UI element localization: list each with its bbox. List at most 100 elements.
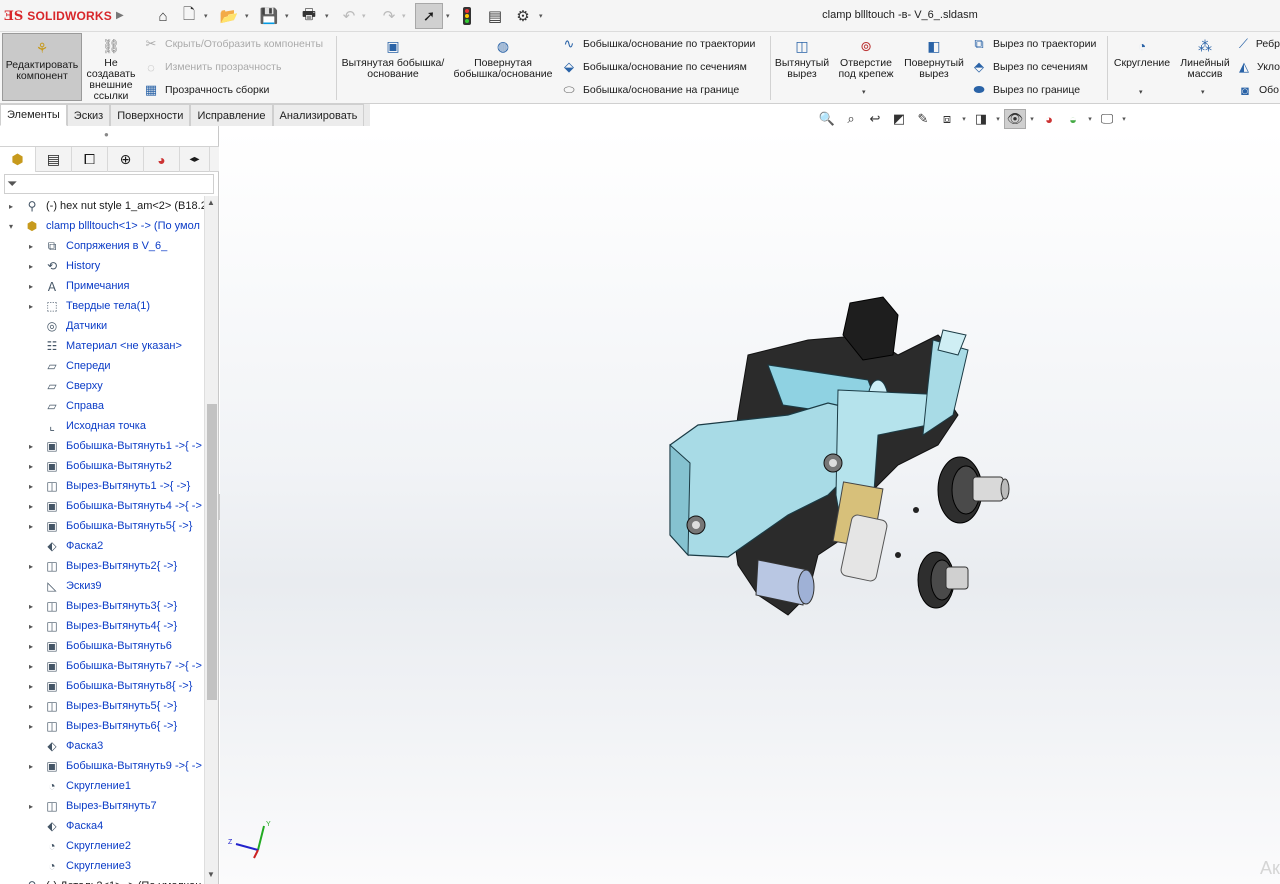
hide-show-caret-icon[interactable]: ▾ (1028, 115, 1036, 123)
lofted-cut-button[interactable]: ⬘ Вырез по сечениям (970, 57, 1088, 77)
tree-item[interactable]: ▸ ◫ Вырез-Вытянуть3{ ->} (0, 596, 204, 616)
tree-item[interactable]: ▸ ◫ Вырез-Вытянуть2{ ->} (0, 556, 204, 576)
tree-item[interactable]: ▸ ◫ Вырез-Вытянуть7 (0, 796, 204, 816)
display-style-icon[interactable]: ◨ (970, 109, 992, 129)
expand-toggle-icon[interactable]: ▸ (26, 442, 36, 451)
tree-item[interactable]: ▱ Спереди (0, 356, 204, 376)
revolved-boss-button[interactable]: ◍ Повернутая бобышка/основание (450, 36, 556, 80)
save-icon[interactable]: 💾 (258, 6, 280, 26)
swept-boss-button[interactable]: ∿ Бобышка/основание по траектории (560, 34, 756, 54)
file-properties-icon[interactable]: ▤ (486, 6, 504, 26)
tree-item[interactable]: ▱ Справа (0, 396, 204, 416)
linear-pattern-button[interactable]: ⁂ Линейный массив (1178, 36, 1232, 80)
tree-item[interactable]: ⌞ Исходная точка (0, 416, 204, 436)
options-gear-icon[interactable]: ⚙ (514, 6, 532, 26)
expand-toggle-icon[interactable]: ▾ (6, 222, 16, 231)
apply-scene-icon[interactable]: ◒ (1062, 109, 1084, 129)
view-settings-icon[interactable]: 🖵 (1096, 109, 1118, 129)
save-caret-icon[interactable]: ▾ (285, 12, 289, 20)
tree-item[interactable]: ⬖ Фаска2 (0, 536, 204, 556)
tree-item[interactable]: ☷ Материал <не указан> (0, 336, 204, 356)
tab-features[interactable]: Элементы (0, 104, 67, 126)
expand-toggle-icon[interactable]: ▸ (26, 602, 36, 611)
new-caret-icon[interactable]: ▾ (204, 12, 208, 20)
expand-toggle-icon[interactable]: ▸ (26, 562, 36, 571)
expand-toggle-icon[interactable]: ▸ (26, 262, 36, 271)
expand-toggle-icon[interactable]: ▸ (26, 662, 36, 671)
tree-item[interactable]: ▸ ◫ Вырез-Вытянуть4{ ->} (0, 616, 204, 636)
feature-manager-tab-icon[interactable]: ⬢ (0, 147, 36, 172)
tree-item[interactable]: ▸ ▣ Бобышка-Вытянуть4 ->{ -> (0, 496, 204, 516)
expand-toggle-icon[interactable]: ▸ (26, 702, 36, 711)
tree-scrollbar[interactable]: ▲ ▼ (204, 196, 218, 884)
view-orientation-icon[interactable]: ⧈ (936, 109, 958, 129)
tab-surfaces[interactable]: Поверхности (110, 104, 191, 126)
view-orientation-caret-icon[interactable]: ▾ (960, 115, 968, 123)
tree-item[interactable]: ▸ ⧉ Сопряжения в V_6_ (0, 236, 204, 256)
tree-item[interactable]: ▾ ⬢ clamp bllltouch<1> -> (По умол (0, 216, 204, 236)
property-manager-tab-icon[interactable]: ▤ (36, 147, 72, 172)
boundary-boss-button[interactable]: ⬭ Бобышка/основание на границе (560, 80, 739, 100)
fillet-button[interactable]: ◔ Скругление (1111, 36, 1173, 69)
edit-appearance-icon[interactable]: ◕ (1038, 109, 1060, 129)
tree-item[interactable]: ▸ ▣ Бобышка-Вытянуть5{ ->} (0, 516, 204, 536)
new-document-icon[interactable]: 🗋 (180, 6, 198, 26)
tree-item[interactable]: ▸⚲(-) Деталь2<1> -> (По умолчан (0, 876, 204, 884)
tree-item[interactable]: ▸ ⟲ History (0, 256, 204, 276)
display-style-caret-icon[interactable]: ▾ (994, 115, 1002, 123)
tree-item[interactable]: ◺ Эскиз9 (0, 576, 204, 596)
change-transparency-button[interactable]: ◌ Изменить прозрачность (142, 57, 281, 77)
draft-button[interactable]: ◭ Укло (1236, 57, 1280, 77)
tab-sketch[interactable]: Эскиз (66, 104, 111, 126)
expand-toggle-icon[interactable]: ▸ (6, 202, 16, 211)
revolved-cut-button[interactable]: ◧ Повернутый вырез (902, 36, 966, 80)
hide-show-components-button[interactable]: ✂ Скрыть/Отобразить компоненты (142, 34, 323, 54)
menu-expand-icon[interactable]: ▶ (116, 10, 124, 21)
tab-evaluate[interactable]: Анализировать (272, 104, 365, 126)
zoom-to-area-icon[interactable]: ⌕ (840, 109, 862, 129)
tree-item[interactable]: ▸ ◫ Вырез-Вытянуть5{ ->} (0, 696, 204, 716)
swept-cut-button[interactable]: ⧉ Вырез по траектории (970, 34, 1096, 54)
section-view-icon[interactable]: ◩ (888, 109, 910, 129)
print-caret-icon[interactable]: ▾ (325, 12, 329, 20)
apply-scene-caret-icon[interactable]: ▾ (1086, 115, 1094, 123)
solidworks-logo[interactable]: ƎS SOLIDWORKS (4, 8, 112, 24)
clamp-assembly-model[interactable] (668, 295, 1028, 635)
tree-item[interactable]: ◔ Скругление2 (0, 836, 204, 856)
panel-collapse-handle[interactable]: ● (104, 130, 109, 139)
redo-caret-icon[interactable]: ▾ (402, 12, 406, 20)
scroll-down-icon[interactable]: ▼ (207, 870, 215, 879)
expand-toggle-icon[interactable]: ▸ (26, 642, 36, 651)
open-caret-icon[interactable]: ▾ (245, 12, 249, 20)
tree-item[interactable]: ▸ ▣ Бобышка-Вытянуть9 ->{ -> (0, 756, 204, 776)
display-manager-tab-icon[interactable]: ◕ (144, 147, 180, 172)
expand-toggle-icon[interactable]: ▸ (26, 522, 36, 531)
tree-item[interactable]: ▸ ▣ Бобышка-Вытянуть6 (0, 636, 204, 656)
undo-caret-icon[interactable]: ▾ (362, 12, 366, 20)
home-icon[interactable]: ⌂ (152, 6, 174, 26)
more-tabs-icon[interactable]: ◂▸ (180, 147, 210, 172)
rebuild-traffic-light-icon[interactable] (459, 6, 475, 26)
tree-item[interactable]: ▸ Ａ Примечания (0, 276, 204, 296)
expand-toggle-icon[interactable]: ▸ (26, 242, 36, 251)
graphics-area[interactable]: Y Z Ак (220, 130, 1280, 884)
undo-icon[interactable]: ↶ (340, 6, 358, 26)
expand-toggle-icon[interactable]: ▸ (26, 762, 36, 771)
extruded-boss-button[interactable]: ▣ Вытянутая бобышка/основание (340, 36, 446, 80)
linear-pattern-caret-icon[interactable]: ▾ (1201, 88, 1205, 96)
scroll-up-icon[interactable]: ▲ (207, 198, 215, 207)
expand-toggle-icon[interactable]: ▸ (26, 682, 36, 691)
configuration-manager-tab-icon[interactable]: ⧠ (72, 147, 108, 172)
tree-item[interactable]: ▸ ◫ Вырез-Вытянуть6{ ->} (0, 716, 204, 736)
print-icon[interactable]: 🖶 (298, 6, 320, 26)
tree-item[interactable]: ▸ ⬚ Твердые тела(1) (0, 296, 204, 316)
zoom-to-fit-icon[interactable]: 🔍 (816, 109, 838, 129)
dimxpert-tab-icon[interactable]: ⊕ (108, 147, 144, 172)
expand-toggle-icon[interactable]: ▸ (26, 282, 36, 291)
fillet-caret-icon[interactable]: ▾ (1139, 88, 1143, 96)
dynamic-annotation-icon[interactable]: ✎ (912, 109, 934, 129)
expand-toggle-icon[interactable]: ▸ (26, 462, 36, 471)
no-external-refs-button[interactable]: ⛓ Не создавать внешние ссылки (86, 36, 136, 102)
tree-item[interactable]: ▱ Сверху (0, 376, 204, 396)
tree-item[interactable]: ⬖ Фаска4 (0, 816, 204, 836)
